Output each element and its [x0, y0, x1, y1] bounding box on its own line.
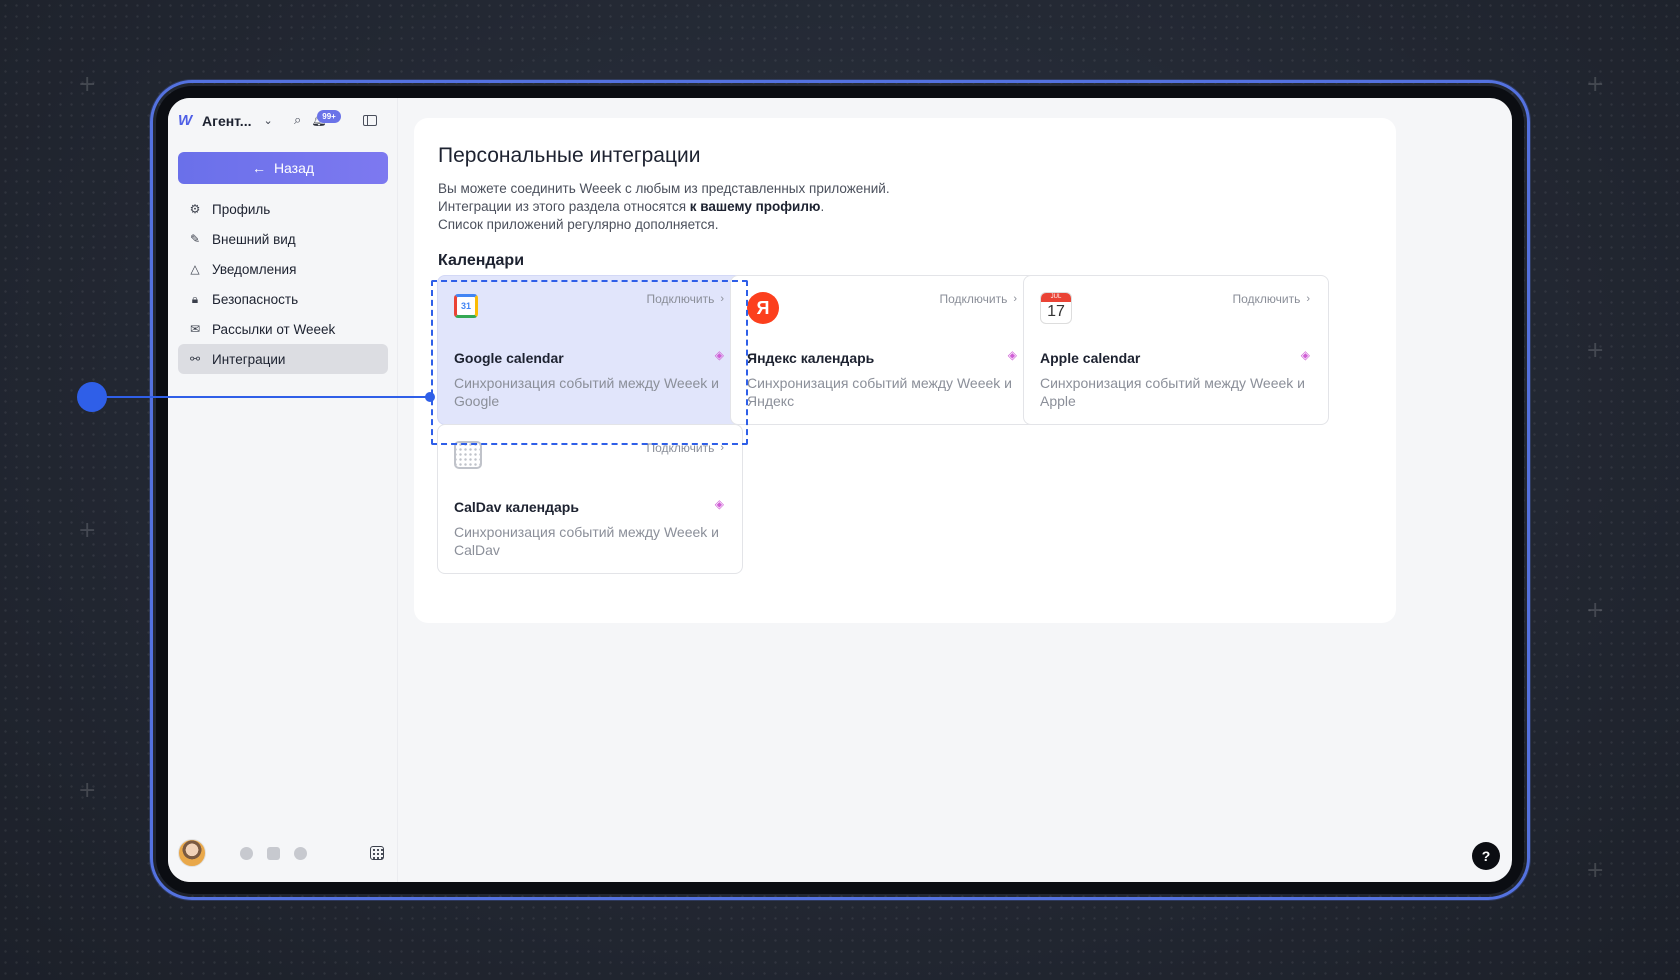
integration-card-yandex[interactable]: Я Подключить › Яндекс календарь ◈ Синхрон… [730, 275, 1036, 425]
card-title: Яндекс календарь [747, 350, 875, 366]
sidebar-item-label: Профиль [212, 201, 271, 217]
apple-calendar-day: 17 [1047, 303, 1065, 320]
connect-label: Подключить [1232, 292, 1301, 306]
plus-decoration: + [1586, 598, 1605, 623]
integrations-icon: ⚯ [189, 352, 201, 366]
sidebar-item-label: Интеграции [212, 351, 286, 367]
plus-decoration: + [1586, 858, 1605, 883]
sidebar-item-label: Безопасность [212, 291, 299, 307]
connect-button[interactable]: Подключить › [939, 292, 1017, 306]
tasks-icon[interactable] [240, 846, 253, 860]
notifications-button[interactable]: 🔔︎ 99+ [311, 110, 341, 127]
sidebar-item-notifications[interactable]: △ Уведомления [178, 254, 388, 284]
analytics-icon[interactable] [294, 846, 307, 860]
description-line: Список приложений регулярно дополняется. [438, 217, 719, 232]
plus-decoration: + [1586, 72, 1605, 97]
sidebar-top-icons: ⌕ 🔔︎ 99+ [294, 110, 377, 128]
layers-icon: ◈ [1300, 348, 1310, 362]
sidebar-item-label: Рассылки от Weeek [212, 321, 336, 337]
chevron-down-icon: ⌄ [263, 115, 273, 127]
annotation-marker [77, 382, 107, 412]
app-screen: W Агент... ⌄ ⌕ 🔔︎ 99+ ← Назад ⚙ Профиль … [168, 98, 1512, 882]
card-description: Синхронизация событий между Weeek и Янде… [747, 375, 1012, 409]
connect-label: Подключить [939, 292, 1008, 306]
notifications-badge: 99+ [317, 110, 341, 123]
brush-icon: ✎ [189, 232, 201, 246]
documents-icon[interactable] [267, 846, 280, 860]
sidebar: W Агент... ⌄ ⌕ 🔔︎ 99+ ← Назад ⚙ Профиль … [168, 98, 398, 882]
layers-icon: ◈ [714, 497, 724, 511]
apple-calendar-icon: JUL 17 [1040, 292, 1072, 324]
description-text: . [820, 199, 825, 214]
back-label: Назад [273, 160, 315, 176]
sidebar-item-mailings[interactable]: ✉ Рассылки от Weeek [178, 314, 388, 344]
sidebar-toggle-icon[interactable] [362, 114, 377, 126]
caldav-icon [454, 441, 482, 469]
section-title-calendars: Календари [438, 252, 525, 269]
settings-nav: ⚙ Профиль ✎ Внешний вид △ Уведомления 🔒︎… [178, 194, 388, 374]
card-description: Синхронизация событий между Weeek и CalD… [454, 524, 719, 558]
bell-icon: △ [190, 262, 200, 276]
sidebar-item-label: Внешний вид [212, 231, 296, 247]
chevron-right-icon: › [1306, 293, 1310, 305]
annotation-line [92, 396, 430, 398]
chevron-right-icon: › [1013, 293, 1017, 305]
sidebar-footer [178, 838, 388, 868]
gear-icon: ⚙ [189, 202, 201, 216]
sidebar-item-integrations[interactable]: ⚯ Интеграции [178, 344, 388, 374]
yandex-icon: Я [747, 292, 779, 324]
sidebar-item-profile[interactable]: ⚙ Профиль [178, 194, 388, 224]
card-title: CalDav календарь [454, 499, 579, 515]
footer-shortcuts [240, 846, 307, 860]
workspace-switcher[interactable]: W Агент... ⌄ [178, 112, 273, 129]
description-line: Вы можете соединить Weeek с любым из пре… [438, 181, 890, 196]
search-icon[interactable]: ⌕ [294, 112, 301, 128]
mail-icon: ✉ [189, 322, 201, 336]
layers-icon: ◈ [1007, 348, 1017, 362]
integration-card-apple[interactable]: JUL 17 Подключить › Apple calendar ◈ Синх… [1023, 275, 1329, 425]
lock-icon: 🔒︎ [191, 291, 199, 306]
page-description: Вы можете соединить Weeek с любым из пре… [438, 180, 890, 234]
yandex-letter: Я [756, 297, 770, 318]
sidebar-item-appearance[interactable]: ✎ Внешний вид [178, 224, 388, 254]
calculator-icon[interactable] [370, 846, 384, 860]
sidebar-item-security[interactable]: 🔒︎ Безопасность [178, 284, 388, 314]
arrow-left-icon: ← [251, 160, 266, 176]
sidebar-item-label: Уведомления [212, 261, 297, 277]
connect-button[interactable]: Подключить › [1232, 292, 1310, 306]
weeek-logo-icon: W [178, 112, 193, 129]
card-title: Apple calendar [1040, 350, 1141, 366]
page-title: Персональные интеграции [438, 144, 701, 167]
plus-decoration: + [78, 518, 97, 543]
help-button[interactable]: ? [1472, 842, 1500, 870]
avatar[interactable] [178, 839, 206, 867]
plus-decoration: + [78, 778, 97, 803]
back-button[interactable]: ← Назад [178, 152, 388, 184]
description-text: Интеграции из этого раздела относятся [438, 199, 690, 214]
annotation-selection-box [431, 280, 748, 445]
description-bold: к вашему профилю [689, 199, 821, 214]
annotation-anchor [425, 392, 435, 402]
card-description: Синхронизация событий между Weeek и Appl… [1040, 375, 1305, 409]
plus-decoration: + [78, 72, 97, 97]
plus-decoration: + [1586, 338, 1605, 363]
workspace-name: Агент... [202, 112, 252, 129]
integration-card-caldav[interactable]: Подключить › CalDav календарь ◈ Синхрониз… [437, 424, 743, 574]
apple-calendar-month: JUL [1041, 293, 1071, 302]
description-line: Интеграции из этого раздела относятся к … [438, 198, 890, 216]
